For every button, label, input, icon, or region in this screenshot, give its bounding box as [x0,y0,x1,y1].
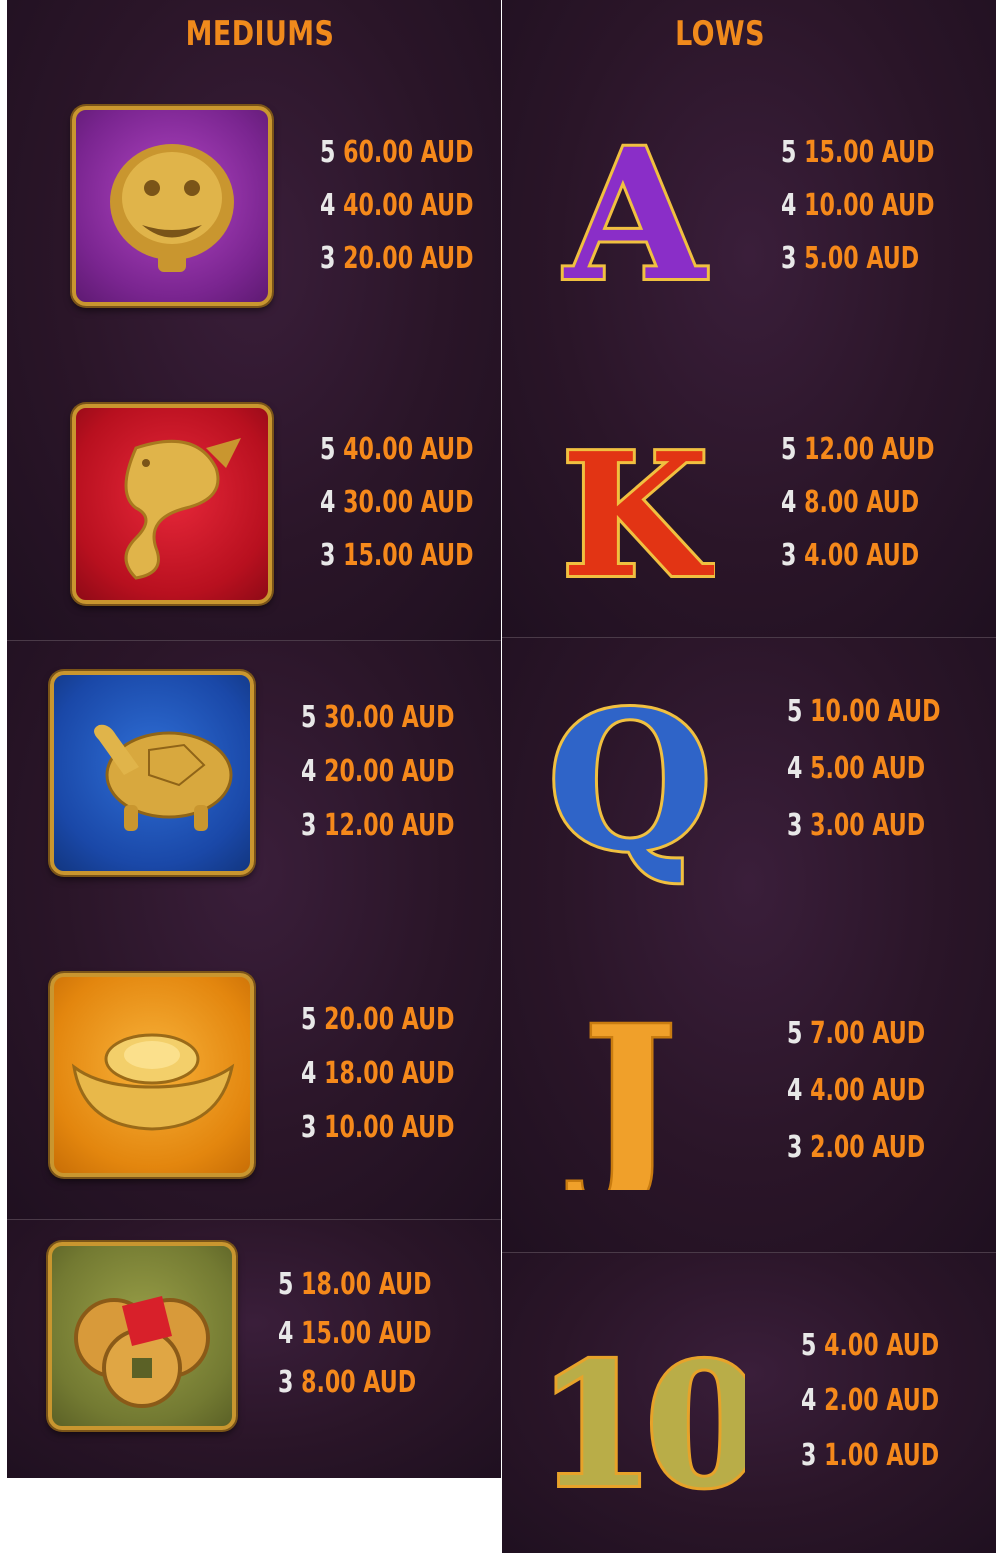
pay-line: 4 40.00 AUD [320,188,474,223]
pay-line: 3 8.00 AUD [278,1365,417,1400]
foo-dog-icon [72,106,272,306]
pay-line: 5 15.00 AUD [781,135,935,170]
lows-header: LOWS [675,14,765,54]
pay-line: 3 5.00 AUD [781,241,920,276]
pay-line: 5 4.00 AUD [801,1328,940,1363]
svg-text:Q: Q [547,678,713,888]
pay-line: 3 15.00 AUD [320,538,474,573]
pay-line: 4 5.00 AUD [787,751,926,786]
letter-q-icon: Q [544,667,716,896]
coins-icon [48,1242,236,1430]
svg-text:10: 10 [545,1330,745,1500]
letter-j-icon: J [555,981,705,1221]
pay-line: 5 40.00 AUD [320,432,474,467]
koi-fish-icon [72,404,272,604]
svg-text:K: K [561,420,714,590]
letter-a-icon: A [540,107,730,324]
pay-line: 4 2.00 AUD [801,1383,940,1418]
pay-line: 4 20.00 AUD [301,754,455,789]
pay-line: 4 4.00 AUD [787,1073,926,1108]
number-10-icon: 10 [534,1323,769,1529]
pay-line: 3 4.00 AUD [781,538,920,573]
pay-line: 3 12.00 AUD [301,808,455,843]
pay-line: 5 12.00 AUD [781,432,935,467]
mediums-header: MEDIUMS [185,14,335,54]
pay-line: 3 2.00 AUD [787,1130,926,1165]
pay-line: 5 10.00 AUD [787,694,941,729]
svg-text:A: A [563,118,707,298]
pay-line: 5 7.00 AUD [787,1016,926,1051]
gold-ingot-icon [50,973,254,1177]
pay-line: 3 20.00 AUD [320,241,474,276]
pay-line: 4 8.00 AUD [781,485,920,520]
pay-line: 4 10.00 AUD [781,188,935,223]
pay-line: 5 30.00 AUD [301,700,455,735]
pay-line: 5 60.00 AUD [320,135,474,170]
pay-line: 3 10.00 AUD [301,1110,455,1145]
pay-line: 4 18.00 AUD [301,1056,455,1091]
pay-line: 4 30.00 AUD [320,485,474,520]
pay-line: 5 18.00 AUD [278,1267,432,1302]
pay-line: 5 20.00 AUD [301,1002,455,1037]
pay-line: 3 1.00 AUD [801,1438,940,1473]
turtle-icon [50,671,254,875]
letter-k-icon: K [555,413,717,619]
pay-line: 4 15.00 AUD [278,1316,432,1351]
pay-line: 3 3.00 AUD [787,808,926,843]
svg-text:J: J [568,995,678,1190]
